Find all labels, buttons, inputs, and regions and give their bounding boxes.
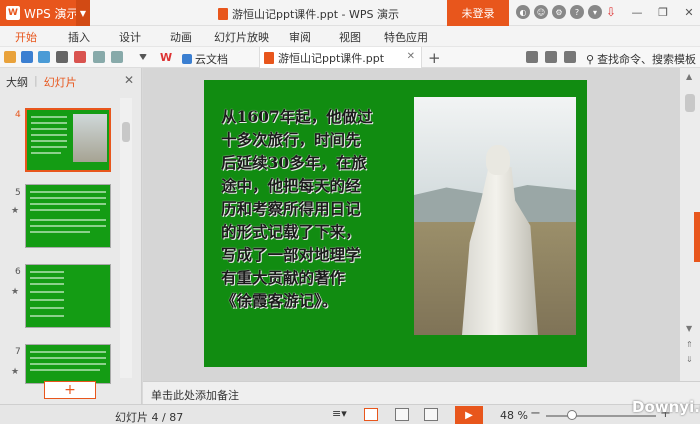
slide[interactable]: 从1607年起，他做过 十多次旅行，时间先 后延续30多年，在旅 途中，他把每天… [204, 80, 587, 367]
next-slide-icon[interactable]: ⇓ [686, 355, 693, 364]
thumbnail-list: 4 5 ★ 6 ★ 7 ★ [0, 94, 120, 424]
ppt-file-icon [264, 52, 274, 64]
menu-bar: 开始 插入 设计 动画 幻灯片放映 审阅 视图 特色应用 [0, 26, 700, 46]
document-title: 游恒山记ppt课件.ppt - WPS 演示 [218, 6, 399, 22]
menu-slideshow[interactable]: 幻灯片放映 [214, 29, 269, 45]
close-tab-icon[interactable]: ✕ [407, 51, 415, 62]
scroll-thumb[interactable] [685, 94, 695, 112]
menu-insert[interactable]: 插入 [68, 29, 90, 45]
zoom-out-button[interactable]: − [530, 406, 541, 421]
zoom-slider-handle[interactable] [567, 410, 577, 420]
menu-view[interactable]: 视图 [339, 29, 361, 45]
redo-icon[interactable] [111, 51, 123, 63]
notes-area[interactable]: 单击此处添加备注 [143, 381, 700, 404]
tab-divider: | [34, 74, 38, 87]
thumb-image [73, 114, 107, 162]
help-icon[interactable]: ? [570, 5, 584, 19]
thumb-number: 6 [15, 267, 21, 277]
settings-icon[interactable]: ⚙ [552, 5, 566, 19]
add-slide-button[interactable]: + [44, 381, 96, 399]
wps-home-tab[interactable]: W [160, 51, 172, 64]
cloud-icon [182, 54, 192, 64]
sorter-view-icon[interactable] [395, 408, 409, 421]
zoom-level: 48 % [500, 409, 528, 422]
wps-logo-icon: W [6, 6, 20, 20]
login-button[interactable]: 未登录 [447, 0, 509, 26]
slides-panel: 大纲 | 幻灯片 ✕ 4 5 ★ 6 ★ 7 ★ + [0, 68, 142, 404]
tab-outline[interactable]: 大纲 [6, 74, 28, 90]
close-panel-icon[interactable]: ✕ [124, 73, 134, 87]
command-search[interactable]: ⚲ 查找命令、搜索模板 [586, 51, 696, 67]
thumb-number: 5 [15, 188, 21, 198]
reading-view-icon[interactable] [424, 408, 438, 421]
window-controls: ⇩ — ❐ ✕ [598, 0, 700, 24]
normal-view-icon[interactable] [364, 408, 378, 421]
thumb-number: 7 [15, 347, 21, 357]
close-button[interactable]: ✕ [676, 0, 700, 24]
maximize-button[interactable]: ❐ [650, 0, 676, 24]
watermark-logo: Downyi.com [632, 398, 700, 416]
scroll-thumb[interactable] [122, 122, 130, 142]
export-icon[interactable] [38, 51, 50, 63]
slide-thumb-4[interactable] [25, 108, 111, 172]
tab-slides[interactable]: 幻灯片 [44, 74, 77, 90]
share-icon[interactable] [545, 51, 557, 63]
app-name: WPS 演示 [24, 6, 79, 21]
animation-star-icon: ★ [11, 367, 20, 377]
customize-icon[interactable] [139, 54, 147, 60]
new-tab-button[interactable]: + [428, 49, 441, 67]
slide-thumb-5[interactable] [25, 184, 111, 248]
open-folder-icon[interactable] [4, 51, 16, 63]
title-bar: W WPS 演示 ▼ 游恒山记ppt课件.ppt - WPS 演示 未登录 ◐ … [0, 0, 700, 26]
panel-scrollbar[interactable] [120, 98, 132, 378]
thumb-number: 4 [15, 110, 21, 120]
menu-design[interactable]: 设计 [119, 29, 141, 45]
titlebar-icons: ◐ ☺ ⚙ ? ▾ [516, 5, 602, 19]
download-icon[interactable]: ⇩ [598, 0, 624, 24]
minimize-button[interactable]: — [624, 0, 650, 24]
slide-canvas: 从1607年起，他做过 十多次旅行，时间先 后延续30多年，在旅 途中，他把每天… [143, 68, 680, 381]
search-icon: ⚲ [586, 52, 595, 66]
print-icon[interactable] [56, 51, 68, 63]
ppt-file-icon [218, 8, 228, 20]
side-panel-toggle[interactable] [694, 212, 700, 262]
slide-counter: 幻灯片 4 / 87 [115, 411, 184, 424]
preview-icon[interactable] [74, 51, 86, 63]
more-tools-icon[interactable] [564, 51, 576, 63]
menu-home[interactable]: 开始 [15, 29, 37, 45]
chevron-down-icon[interactable]: ▼ [76, 0, 90, 26]
scroll-up-icon[interactable]: ▲ [686, 72, 692, 81]
wps-icon: W [160, 51, 173, 64]
screen-icon[interactable] [526, 51, 538, 63]
outline-view-icon[interactable]: ≡▾ [332, 407, 348, 420]
menu-animation[interactable]: 动画 [170, 29, 192, 45]
feedback-icon[interactable]: ☺ [534, 5, 548, 19]
animation-star-icon: ★ [11, 287, 20, 297]
file-tab[interactable]: 游恒山记ppt课件.ppt ✕ [259, 47, 422, 69]
status-bar: 幻灯片 4 / 87 ≡▾ ▶ 48 % − + [0, 404, 700, 424]
undo-icon[interactable] [93, 51, 105, 63]
menu-features[interactable]: 特色应用 [384, 29, 428, 45]
play-slideshow-button[interactable]: ▶ [455, 406, 483, 424]
cloud-docs-tab[interactable]: 云文档 [182, 51, 228, 67]
animation-star-icon: ★ [11, 206, 20, 216]
prev-slide-icon[interactable]: ⇑ [686, 340, 693, 349]
menu-review[interactable]: 审阅 [289, 29, 311, 45]
app-menu-button[interactable]: W WPS 演示 ▼ [0, 0, 90, 26]
slide-body-text[interactable]: 从1607年起，他做过 十多次旅行，时间先 后延续30多年，在旅 途中，他把每天… [221, 105, 407, 312]
scroll-down-icon[interactable]: ▼ [686, 324, 692, 333]
slide-thumb-6[interactable] [25, 264, 111, 328]
skin-icon[interactable]: ◐ [516, 5, 530, 19]
statue-photo[interactable] [414, 97, 576, 335]
quick-toolbar: W 云文档 游恒山记ppt课件.ppt ✕ + ⚲ 查找命令、搜索模板 [0, 46, 700, 69]
slide-thumb-7[interactable] [25, 344, 111, 384]
save-icon[interactable] [21, 51, 33, 63]
